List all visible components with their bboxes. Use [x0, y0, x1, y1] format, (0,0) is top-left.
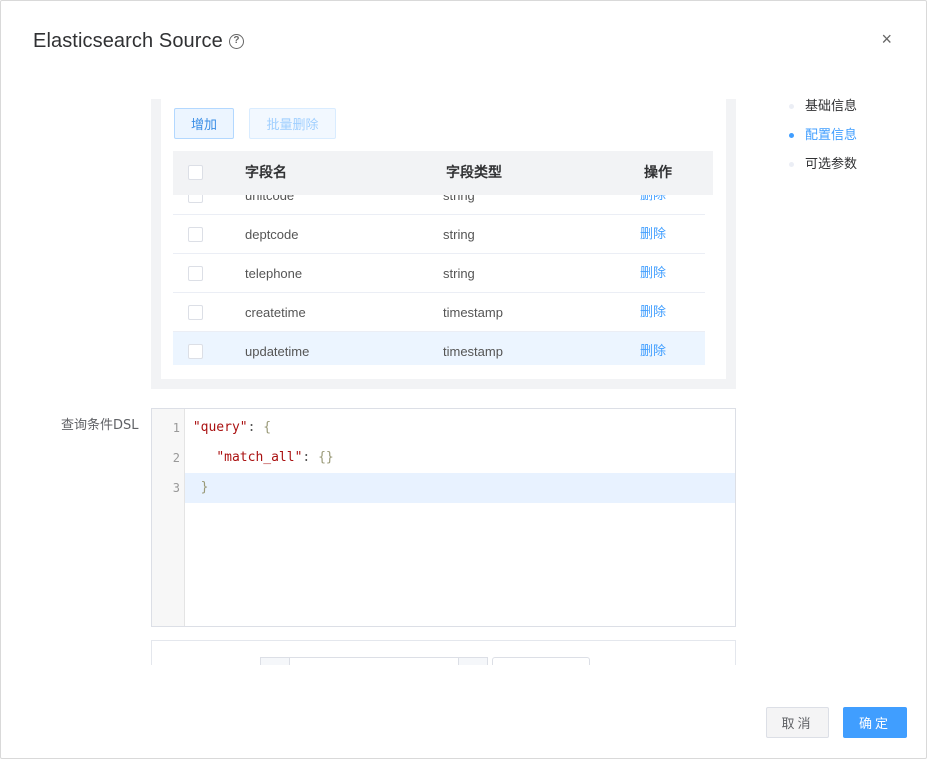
row-checkbox[interactable] [188, 344, 203, 359]
line-number: 2 [172, 451, 180, 465]
delete-link[interactable]: 删除 [640, 293, 666, 332]
table-row[interactable]: updatetime timestamp 删除 [173, 332, 705, 365]
field-type-cell: string [443, 227, 475, 242]
code-key: "match_all" [216, 450, 303, 465]
add-field-button[interactable]: 增加 [174, 108, 234, 139]
code-brace: {} [318, 450, 334, 465]
optional-params-panel [151, 640, 736, 665]
field-name-cell: deptcode [245, 227, 299, 242]
anchor-dot-icon [789, 133, 794, 138]
delete-link[interactable]: 删除 [640, 195, 666, 215]
field-name-cell: updatetime [245, 344, 310, 359]
code-brace: { [263, 420, 272, 435]
row-checkbox[interactable] [188, 305, 203, 320]
anchor-item[interactable]: 基础信息 [789, 98, 857, 127]
table-header: 字段名 字段类型 操作 [173, 151, 713, 195]
dialog-title: Elasticsearch Source [33, 29, 223, 52]
elasticsearch-source-dialog: Elasticsearch Source ? × 增加 批量删除 字段名 字段类… [0, 0, 927, 759]
row-checkbox[interactable] [188, 227, 203, 242]
field-name-cell: unitcode [245, 195, 295, 203]
help-icon[interactable]: ? [228, 33, 244, 49]
header-field-name: 字段名 [245, 165, 287, 181]
table-body[interactable]: unitcode string 删除 deptcode string 删除 telephon… [173, 195, 705, 365]
fields-table-container: 增加 批量删除 字段名 字段类型 操作 unitcode string 删除 dept… [161, 99, 726, 379]
code-line[interactable]: } [185, 473, 735, 503]
anchor-item[interactable]: 配置信息 [789, 127, 857, 156]
table-row[interactable]: telephone string 删除 [173, 254, 705, 293]
anchor-item[interactable]: 可选参数 [789, 156, 857, 185]
field-name-cell: telephone [245, 266, 303, 281]
field-type-cell: timestamp [443, 344, 503, 359]
close-icon[interactable]: × [881, 30, 892, 48]
anchor-label: 配置信息 [805, 128, 858, 143]
field-type-cell: string [443, 266, 475, 281]
dialog-header: Elasticsearch Source ? [33, 28, 244, 54]
params-input[interactable] [290, 657, 458, 665]
fields-panel: 增加 批量删除 字段名 字段类型 操作 unitcode string 删除 dept… [151, 99, 736, 389]
header-field-type: 字段类型 [446, 165, 502, 181]
header-action: 操作 [644, 165, 672, 181]
table-row[interactable]: unitcode string 删除 [173, 195, 705, 215]
delete-link[interactable]: 删除 [640, 215, 666, 254]
row-checkbox[interactable] [188, 195, 203, 203]
anchor-label: 基础信息 [805, 99, 858, 114]
anchor-dot-icon [789, 104, 794, 109]
delete-link[interactable]: 删除 [640, 254, 666, 293]
code-line[interactable]: "query": { [185, 413, 735, 443]
code-brace: } [200, 480, 209, 495]
editor-gutter: 1 2 3 [152, 409, 185, 626]
row-checkbox[interactable] [188, 266, 203, 281]
line-number: 3 [172, 481, 180, 495]
dsl-code-editor[interactable]: 1 2 3 "query": { "match_all": {} } [151, 408, 736, 627]
field-name-cell: createtime [245, 305, 306, 320]
code-separator: : [247, 420, 264, 435]
code-key: "query" [192, 420, 248, 435]
table-row[interactable]: createtime timestamp 删除 [173, 293, 705, 332]
anchor-nav: 基础信息配置信息可选参数 [789, 98, 857, 185]
code-separator: : [302, 450, 319, 465]
cancel-button[interactable]: 取消 [766, 707, 829, 738]
batch-delete-button[interactable]: 批量删除 [249, 108, 336, 139]
field-type-cell: timestamp [443, 305, 503, 320]
table-row[interactable]: deptcode string 删除 [173, 215, 705, 254]
anchor-label: 可选参数 [805, 157, 858, 172]
input-prepend [260, 657, 290, 665]
select-all-checkbox[interactable] [188, 165, 203, 180]
confirm-button[interactable]: 确定 [843, 707, 907, 738]
dsl-label: 查询条件DSL [61, 418, 139, 433]
table-rows: unitcode string 删除 deptcode string 删除 telephon… [173, 195, 705, 365]
field-type-cell: string [443, 195, 475, 203]
code-line[interactable]: "match_all": {} [185, 443, 735, 473]
input-append [458, 657, 488, 665]
line-number: 1 [172, 421, 180, 435]
delete-link[interactable]: 删除 [640, 332, 666, 365]
anchor-dot-icon [789, 162, 794, 167]
params-select[interactable] [492, 657, 590, 665]
